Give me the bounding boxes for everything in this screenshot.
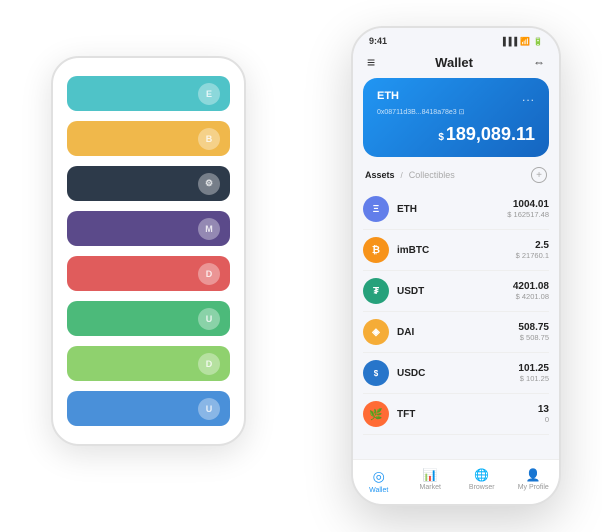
eth-icon: Ξ: [363, 196, 389, 222]
wallet-nav-icon: ◎: [373, 468, 385, 485]
tft-amount: 13: [538, 404, 549, 415]
page-title: Wallet: [435, 55, 473, 70]
profile-nav-label: My Profile: [518, 484, 549, 491]
usdt-amount: 4201.08: [513, 281, 549, 292]
profile-nav-icon: 👤: [526, 468, 541, 482]
usdc-name: USDC: [397, 368, 518, 379]
usdt-name: USDT: [397, 286, 513, 297]
phone-header: ≡ Wallet ⇔: [353, 50, 559, 78]
imbtc-values: 2.5 $ 21760.1: [516, 240, 549, 260]
bar-green-icon: U: [198, 308, 220, 330]
color-bar-purple: M: [67, 211, 230, 246]
phone-front: 9:41 ▐▐▐ 📶 🔋 ≡ Wallet ⇔ ETH ... 0x08711d…: [351, 26, 561, 506]
color-bar-red: D: [67, 256, 230, 291]
wallet-nav-label: Wallet: [369, 487, 388, 494]
color-bar-green: U: [67, 301, 230, 336]
tft-usd: 0: [538, 415, 549, 424]
tab-divider: /: [401, 171, 403, 180]
nav-profile[interactable]: 👤 My Profile: [508, 468, 560, 494]
wifi-icon: 📶: [520, 37, 530, 46]
asset-row-usdt[interactable]: ₮ USDT 4201.08 $ 4201.08: [363, 271, 549, 312]
bar-purple-icon: M: [198, 218, 220, 240]
nav-wallet[interactable]: ◎ Wallet: [353, 468, 405, 494]
card-coin-label: ETH: [377, 90, 399, 102]
assets-header: Assets / Collectibles +: [353, 167, 559, 189]
card-address: 0x08711d3B...8418a78e3 ⊡: [377, 108, 535, 116]
eth-amount: 1004.01: [507, 199, 549, 210]
wallet-card[interactable]: ETH ... 0x08711d3B...8418a78e3 ⊡ $189,08…: [363, 78, 549, 157]
tft-values: 13 0: [538, 404, 549, 424]
nav-browser[interactable]: 🌐 Browser: [456, 468, 508, 494]
eth-usd: $ 162517.48: [507, 210, 549, 219]
status-time: 9:41: [369, 36, 387, 46]
signal-icon: ▐▐▐: [500, 37, 517, 46]
phone-nav: ◎ Wallet 📊 Market 🌐 Browser 👤 My Profile: [353, 459, 559, 504]
asset-row-dai[interactable]: ◈ DAI 508.75 $ 508.75: [363, 312, 549, 353]
bar-dark-icon: ⚙: [198, 173, 220, 195]
tab-collectibles[interactable]: Collectibles: [409, 170, 455, 180]
usdt-usd: $ 4201.08: [513, 292, 549, 301]
status-icons: ▐▐▐ 📶 🔋: [500, 37, 543, 46]
asset-row-tft[interactable]: 🌿 TFT 13 0: [363, 394, 549, 435]
usdc-usd: $ 101.25: [518, 374, 549, 383]
nav-market[interactable]: 📊 Market: [405, 468, 457, 494]
market-nav-label: Market: [420, 484, 441, 491]
color-bar-lgreen: D: [67, 346, 230, 381]
tab-assets[interactable]: Assets: [365, 170, 395, 180]
eth-values: 1004.01 $ 162517.48: [507, 199, 549, 219]
color-bar-dark: ⚙: [67, 166, 230, 201]
menu-icon[interactable]: ≡: [367, 54, 375, 70]
assets-tabs: Assets / Collectibles: [365, 170, 455, 180]
dai-icon: ◈: [363, 319, 389, 345]
browser-nav-label: Browser: [469, 484, 495, 491]
imbtc-amount: 2.5: [516, 240, 549, 251]
dai-name: DAI: [397, 327, 518, 338]
asset-row-eth[interactable]: Ξ ETH 1004.01 $ 162517.48: [363, 189, 549, 230]
imbtc-name: imBTC: [397, 245, 516, 256]
browser-nav-icon: 🌐: [474, 468, 489, 482]
phone-back: E B ⚙ M D U D U: [51, 56, 246, 446]
dai-usd: $ 508.75: [518, 333, 549, 342]
market-nav-icon: 📊: [423, 468, 438, 482]
bar-teal-icon: E: [198, 83, 220, 105]
usdc-icon: $: [363, 360, 389, 386]
bar-lgreen-icon: D: [198, 353, 220, 375]
dai-amount: 508.75: [518, 322, 549, 333]
usdt-icon: ₮: [363, 278, 389, 304]
bar-yellow-icon: B: [198, 128, 220, 150]
card-top: ETH ...: [377, 90, 535, 104]
usdc-values: 101.25 $ 101.25: [518, 363, 549, 383]
imbtc-usd: $ 21760.1: [516, 251, 549, 260]
card-amount: $189,089.11: [377, 124, 535, 145]
battery-icon: 🔋: [533, 37, 543, 46]
card-value: 189,089.11: [446, 124, 535, 144]
color-bar-blue: U: [67, 391, 230, 426]
scene: E B ⚙ M D U D U 9:41 ▐▐▐ 📶: [21, 16, 581, 516]
tft-icon: 🌿: [363, 401, 389, 427]
asset-row-usdc[interactable]: $ USDC 101.25 $ 101.25: [363, 353, 549, 394]
asset-list: Ξ ETH 1004.01 $ 162517.48 ₿ imBTC 2.5 $ …: [353, 189, 559, 459]
add-asset-button[interactable]: +: [531, 167, 547, 183]
dai-values: 508.75 $ 508.75: [518, 322, 549, 342]
usdt-values: 4201.08 $ 4201.08: [513, 281, 549, 301]
status-bar: 9:41 ▐▐▐ 📶 🔋: [353, 28, 559, 50]
tft-name: TFT: [397, 409, 538, 420]
asset-row-imbtc[interactable]: ₿ imBTC 2.5 $ 21760.1: [363, 230, 549, 271]
card-dollar-sign: $: [438, 132, 444, 143]
color-bar-yellow: B: [67, 121, 230, 156]
color-bar-teal: E: [67, 76, 230, 111]
imbtc-icon: ₿: [363, 237, 389, 263]
scan-icon[interactable]: ⇔: [533, 55, 545, 69]
eth-name: ETH: [397, 204, 507, 215]
usdc-amount: 101.25: [518, 363, 549, 374]
bar-red-icon: D: [198, 263, 220, 285]
bar-blue-icon: U: [198, 398, 220, 420]
card-more-icon[interactable]: ...: [522, 90, 535, 104]
